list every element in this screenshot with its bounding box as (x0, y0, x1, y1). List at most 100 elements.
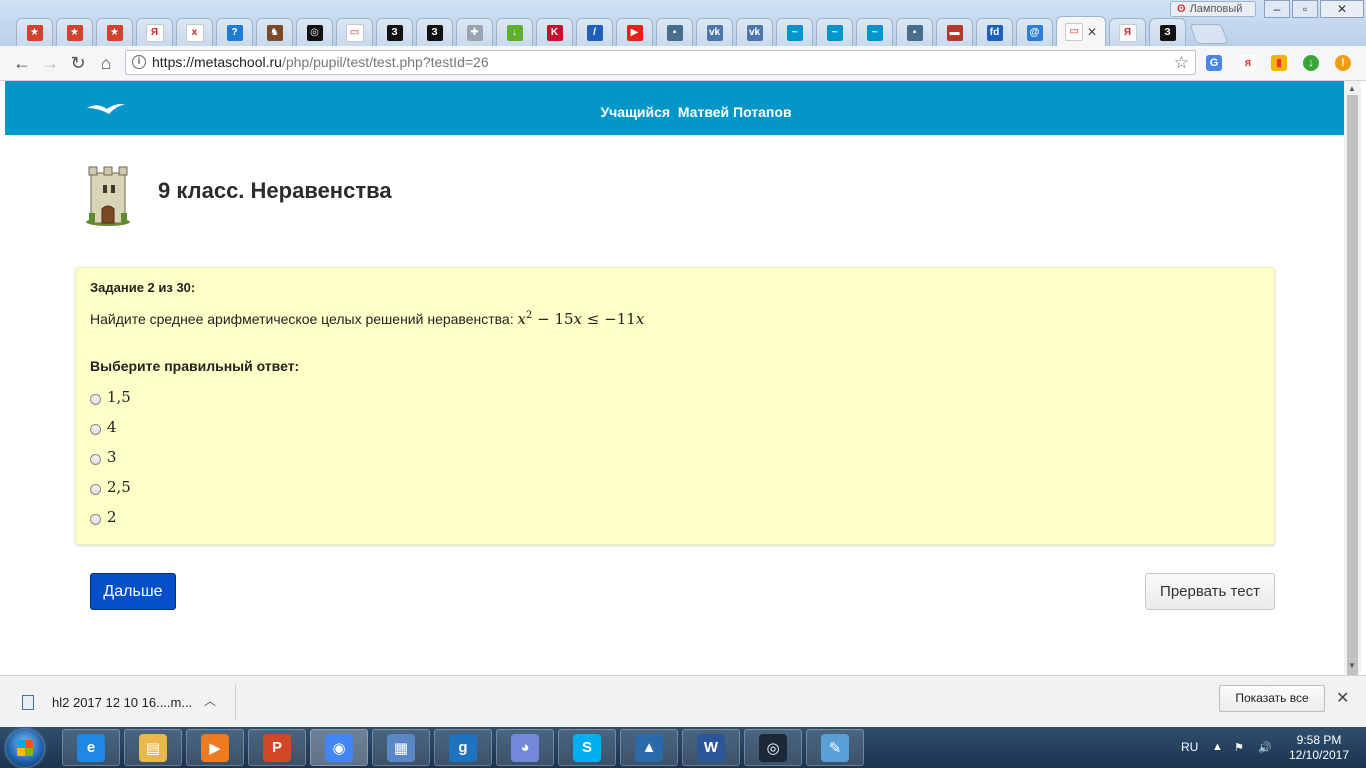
minimize-button[interactable]: – (1264, 0, 1290, 18)
browser-titlebar: ★ ★ ★ Яx? ♞ ◎ ▭ З З ✚ ↓ K / ▶ ▪ vk vk ~ ~ ~ ▪ ▬ fd @ ▭ ✕ Я З ʘ Ламп… (0, 0, 1366, 46)
browser-tab[interactable]: Я (136, 18, 173, 46)
browser-tab[interactable]: ◎ (296, 18, 333, 46)
close-tab-icon[interactable]: ✕ (1087, 25, 1097, 39)
back-icon[interactable]: ← (11, 52, 33, 74)
browser-tab[interactable]: @ (1016, 18, 1053, 46)
answer-option[interactable]: 4 (90, 418, 117, 436)
bookmark-extension-icon[interactable]: ▮ (1271, 55, 1287, 71)
address-bar[interactable]: i https://metaschool.ru/php/pupil/test/t… (125, 50, 1196, 75)
browser-tab[interactable]: ▶ (616, 18, 653, 46)
browser-tab[interactable]: ★ (96, 18, 133, 46)
next-button[interactable]: Дальше (90, 573, 176, 610)
clock[interactable]: 9:58 PM 12/10/2017 (1283, 733, 1355, 763)
action-center-icon[interactable]: ⚑ (1234, 741, 1244, 754)
word-icon: W (697, 733, 725, 762)
yandex-icon: Я (145, 23, 164, 42)
radio-button[interactable] (90, 393, 101, 405)
browser-tab[interactable]: З (416, 18, 453, 46)
download-extension-icon[interactable]: ↓ (1303, 55, 1319, 71)
answer-option[interactable]: 2,5 (90, 478, 131, 496)
browser-tab[interactable]: ★ (56, 18, 93, 46)
user-line: Учащийся Матвей Потапов (5, 104, 1344, 120)
scroll-down-icon[interactable]: ▼ (1348, 661, 1356, 670)
gmod-icon: g (449, 733, 477, 762)
taskbar-app[interactable]: S (558, 729, 616, 766)
browser-tab[interactable]: ▭ (336, 18, 373, 46)
browser-tab[interactable]: K (536, 18, 573, 46)
reload-icon[interactable]: ↻ (67, 52, 89, 74)
close-icon[interactable]: ✕ (1336, 688, 1349, 708)
browser-tab[interactable]: З (376, 18, 413, 46)
scroll-up-icon[interactable]: ▲ (1348, 84, 1356, 93)
maximize-button[interactable]: ▫ (1292, 0, 1318, 18)
browser-tab[interactable]: ★ (16, 18, 53, 46)
language-indicator[interactable]: RU (1181, 740, 1198, 754)
browser-tab[interactable]: ~ (856, 18, 893, 46)
browser-tab[interactable]: fd (976, 18, 1013, 46)
browser-tab[interactable]: / (576, 18, 613, 46)
browser-tab[interactable]: ↓ (496, 18, 533, 46)
translate-extension-icon[interactable]: G (1206, 55, 1222, 71)
taskbar-app[interactable]: P (248, 729, 306, 766)
yandex-extension-icon[interactable]: я (1240, 55, 1256, 71)
browser-tab[interactable]: ▭ ✕ (1056, 16, 1106, 46)
taskbar-app[interactable]: ✎ (806, 729, 864, 766)
browser-tab[interactable]: vk (736, 18, 773, 46)
taskbar-app[interactable]: g (434, 729, 492, 766)
taskbar-app[interactable]: ◎ (744, 729, 802, 766)
taskbar-app[interactable]: ◉ (310, 729, 368, 766)
taskbar-app[interactable]: W (682, 729, 740, 766)
profile-button[interactable]: ʘ Ламповый (1170, 1, 1256, 17)
browser-tab[interactable]: ? (216, 18, 253, 46)
browser-tab[interactable]: Я (1109, 18, 1146, 46)
menu-alert-icon[interactable]: ! (1335, 55, 1351, 71)
media-player-icon: ▶ (201, 733, 229, 762)
browser-tab[interactable]: ✚ (456, 18, 493, 46)
answer-option[interactable]: 1,5 (90, 388, 131, 406)
browser-tab[interactable]: ♞ (256, 18, 293, 46)
radio-button[interactable] (90, 513, 101, 525)
k-icon: K (546, 24, 563, 41)
mos-ru-icon: ★ (106, 24, 123, 41)
chevron-up-icon[interactable]: ︿ (204, 692, 216, 709)
radio-button[interactable] (90, 453, 101, 465)
forward-icon[interactable]: → (39, 52, 61, 74)
option-label: 2 (107, 508, 117, 526)
taskbar-app[interactable]: ◕ (496, 729, 554, 766)
info-icon[interactable]: i (132, 55, 146, 69)
radio-button[interactable] (90, 423, 101, 435)
taskbar-app[interactable]: e (62, 729, 120, 766)
task-text: Найдите среднее арифметическое целых реш… (90, 310, 644, 328)
scrollbar-thumb[interactable] (1347, 95, 1358, 675)
browser-tab[interactable]: ~ (776, 18, 813, 46)
browser-tab[interactable]: ▪ (896, 18, 933, 46)
download-item[interactable]: hl2 2017 12 10 16....m... (22, 688, 232, 716)
browser-tab[interactable]: x (176, 18, 213, 46)
radio-button[interactable] (90, 483, 101, 495)
show-hidden-icons-icon[interactable]: ▲ (1212, 741, 1223, 753)
z-icon: З (426, 24, 443, 41)
browser-tab[interactable]: vk (696, 18, 733, 46)
new-tab-button[interactable] (1189, 24, 1229, 44)
close-window-button[interactable]: ✕ (1320, 0, 1364, 18)
browser-tab[interactable]: З (1149, 18, 1186, 46)
answer-option[interactable]: 3 (90, 448, 117, 466)
abort-test-button[interactable]: Прервать тест (1145, 573, 1275, 610)
downloads-bar: hl2 2017 12 10 16....m... ︿ Показать все… (0, 675, 1366, 728)
taskbar-app[interactable]: ▲ (620, 729, 678, 766)
answer-prompt: Выберите правильный ответ: (90, 358, 300, 374)
control-panel-icon: ▦ (387, 733, 415, 762)
browser-tab[interactable]: ~ (816, 18, 853, 46)
show-all-downloads-button[interactable]: Показать все (1219, 685, 1325, 712)
volume-icon[interactable]: 🔊 (1258, 741, 1272, 754)
page-scrollbar[interactable]: ▲ ▼ (1344, 81, 1361, 675)
taskbar-app[interactable]: ▤ (124, 729, 182, 766)
taskbar-app[interactable]: ▦ (372, 729, 430, 766)
browser-tab[interactable]: ▬ (936, 18, 973, 46)
start-button[interactable] (6, 729, 44, 767)
browser-tab[interactable]: ▪ (656, 18, 693, 46)
answer-option[interactable]: 2 (90, 508, 117, 526)
home-icon[interactable]: ⌂ (95, 52, 117, 74)
taskbar-app[interactable]: ▶ (186, 729, 244, 766)
bookmark-star-icon[interactable]: ☆ (1174, 51, 1189, 74)
